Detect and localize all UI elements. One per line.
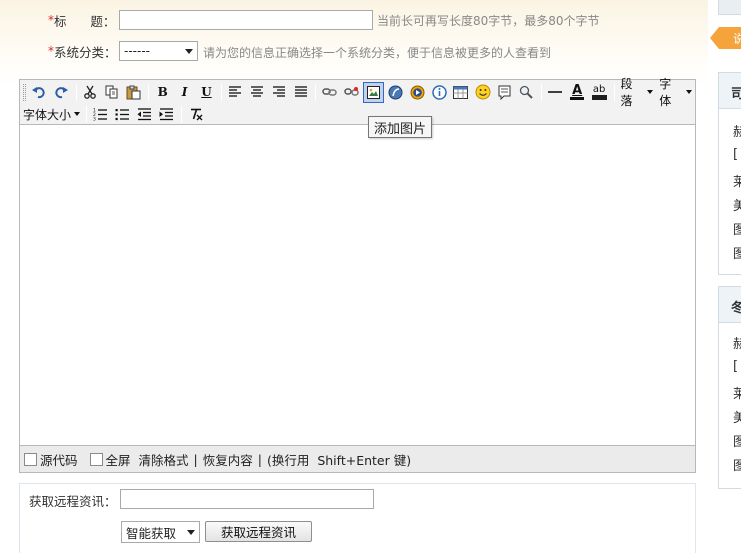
redo-icon[interactable]: [51, 82, 72, 103]
highlight-icon[interactable]: ab: [589, 82, 610, 103]
remote-url-label: 获取远程资讯：: [29, 494, 117, 509]
font-dropdown[interactable]: 字体: [656, 77, 695, 108]
sidebar-item[interactable]: 美: [733, 195, 741, 214]
flash-icon[interactable]: [385, 82, 406, 103]
chevron-down-icon: [185, 48, 193, 54]
paste-icon[interactable]: [123, 82, 144, 103]
bold-icon[interactable]: B: [152, 82, 173, 103]
align-right-icon[interactable]: [269, 82, 290, 103]
fullscreen-label[interactable]: 全屏: [106, 450, 131, 469]
font-color-icon[interactable]: A: [567, 82, 588, 103]
rich-text-editor: B I U A ab 段落 字体 字体大小 1 2 3 添加图片 源代码 全屏 …: [19, 77, 696, 473]
category-select[interactable]: ------: [119, 41, 198, 61]
chevron-down-icon: [74, 112, 81, 116]
find-icon[interactable]: [516, 82, 537, 103]
align-justify-icon[interactable]: [290, 82, 311, 103]
sidebar-item[interactable]: 图: [733, 455, 741, 474]
table-icon[interactable]: [450, 82, 471, 103]
horizontal-rule-icon[interactable]: [545, 82, 566, 103]
unlink-icon[interactable]: [341, 82, 362, 103]
sidebar-tab-badge[interactable]: 说: [710, 27, 741, 49]
chevron-down-icon: [647, 90, 654, 94]
media-icon[interactable]: [407, 82, 428, 103]
outdent-icon[interactable]: [134, 104, 155, 125]
copy-icon[interactable]: [102, 82, 123, 103]
sidebar-item[interactable]: 莱: [733, 171, 741, 190]
remove-format-icon[interactable]: [185, 104, 206, 125]
undo-icon[interactable]: [29, 82, 50, 103]
align-left-icon[interactable]: [225, 82, 246, 103]
ordered-list-icon[interactable]: 123: [90, 104, 111, 125]
sidebar-item[interactable]: 赫: [733, 121, 741, 140]
chevron-down-icon: [187, 529, 195, 535]
category-label: 系统分类：: [54, 44, 117, 60]
paragraph-dropdown[interactable]: 段落: [618, 77, 657, 108]
toolbar-grip: [23, 83, 26, 101]
sidebar-item[interactable]: [: [733, 147, 738, 162]
remote-url-input[interactable]: [120, 489, 374, 509]
remote-fetch-panel: 获取远程资讯： 智能获取 获取远程资讯: [19, 483, 696, 553]
restore-content-link[interactable]: 恢复内容: [203, 450, 253, 469]
source-code-checkbox[interactable]: [24, 452, 37, 466]
category-selected: ------: [124, 44, 150, 58]
cut-icon[interactable]: [80, 82, 101, 103]
sidebar-item[interactable]: 赫: [733, 333, 741, 352]
svg-text:3: 3: [93, 116, 96, 121]
shortcut-hint: (换行用 Shift+Enter 键): [267, 452, 412, 468]
title-input[interactable]: [119, 10, 373, 30]
title-hint: 当前长可再写长度80字节，最多80个字节: [377, 14, 600, 28]
sidebar-top-strip: [718, 0, 741, 15]
category-hint: 请为您的信息正确选择一个系统分类，便于信息被更多的人查看到: [203, 46, 552, 60]
align-center-icon[interactable]: [247, 82, 268, 103]
editor-statusbar: 源代码 全屏 清除格式 | 恢复内容 | (换行用 Shift+Enter 键): [20, 445, 695, 472]
sidebar-item[interactable]: 图: [733, 219, 741, 238]
code-icon[interactable]: [494, 82, 515, 103]
title-row: * 标 题：: [48, 9, 115, 31]
insert-image-tooltip: 添加图片: [368, 116, 433, 138]
info-icon[interactable]: [429, 82, 450, 103]
sidebar-box-1-title: 司: [719, 73, 741, 109]
clear-format-link[interactable]: 清除格式: [139, 450, 189, 469]
fetch-mode-selected: 智能获取: [126, 525, 177, 541]
sidebar-item[interactable]: 美: [733, 407, 741, 426]
underline-icon[interactable]: U: [196, 82, 217, 103]
sidebar-item[interactable]: 图: [733, 243, 741, 262]
indent-icon[interactable]: [156, 104, 177, 125]
category-row: * 系统分类：: [48, 40, 117, 62]
sidebar-box-1: 司 赫 [ 莱 美 图 图: [718, 72, 741, 275]
sidebar-box-2-title: 冬: [719, 287, 741, 323]
toolbar-row-1: B I U A ab 段落 字体: [22, 77, 695, 108]
sidebar-item[interactable]: [: [733, 359, 738, 374]
fullscreen-checkbox[interactable]: [89, 452, 103, 466]
emoticon-icon[interactable]: [472, 82, 493, 103]
link-icon[interactable]: [319, 82, 340, 103]
font-size-dropdown[interactable]: 字体大小: [20, 104, 83, 125]
italic-icon[interactable]: I: [174, 82, 195, 103]
fetch-remote-button[interactable]: 获取远程资讯: [205, 521, 313, 542]
separator: |: [193, 451, 198, 467]
separator: |: [257, 451, 262, 467]
editor-content-area[interactable]: [20, 125, 695, 445]
editor-toolbar: B I U A ab 段落 字体 字体大小 1 2 3: [20, 77, 695, 125]
sidebar-box-2: 冬 赫 [ 莱 美 图 图: [718, 286, 741, 489]
insert-image-icon[interactable]: [363, 81, 384, 103]
title-label: 标 题：: [54, 13, 116, 29]
source-code-label[interactable]: 源代码: [40, 450, 78, 469]
unordered-list-icon[interactable]: [112, 104, 133, 125]
sidebar-item[interactable]: 图: [733, 431, 741, 450]
fetch-mode-select[interactable]: 智能获取: [121, 521, 200, 543]
toolbar-row-2: 字体大小 123: [20, 103, 207, 125]
chevron-down-icon: [686, 90, 693, 94]
sidebar-item[interactable]: 莱: [733, 383, 741, 402]
